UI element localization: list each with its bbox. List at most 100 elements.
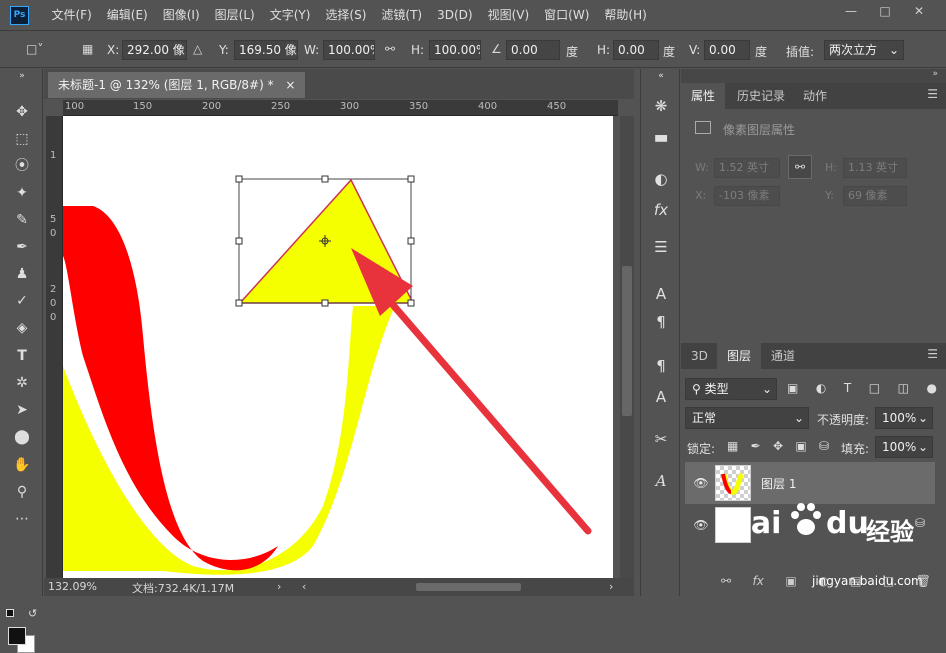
type-tool-icon[interactable]: T [8,344,36,368]
eye-icon[interactable]: 👁 [693,517,709,533]
tab-3d[interactable]: 3D [681,343,718,369]
magic-wand-icon[interactable]: ✦ [8,181,36,205]
link-icon[interactable]: ⚯ [385,42,395,56]
lasso-tool-icon[interactable]: ⦿ [8,154,36,178]
history-brush-icon[interactable]: ✓ [8,289,36,313]
angle-input[interactable]: 0.00 [506,40,560,60]
adjustment-filter-icon[interactable]: ◐ [816,381,826,399]
tab-history[interactable]: 历史记录 [727,83,795,109]
menu-help[interactable]: 帮助(H) [597,0,654,31]
interpolation-select[interactable]: 两次立方 ⌄ [824,40,904,60]
menu-file[interactable]: 文件(F) [44,0,99,31]
hand-tool-icon[interactable]: ✋ [8,453,36,477]
path-selection-icon[interactable]: ➤ [8,398,36,422]
add-mask-icon[interactable]: ▣ [785,574,796,588]
document-info[interactable]: 文档:732.4K/1.17M [132,580,234,596]
default-colors-icon[interactable] [6,609,14,617]
minimize-button[interactable]: — [834,0,868,22]
histogram-icon[interactable]: ▃ [647,120,675,146]
collapse-icon[interactable]: » [8,69,36,83]
menu-edit[interactable]: 编辑(E) [99,0,155,31]
w-input[interactable]: 100.00% [323,40,375,60]
blend-mode-select[interactable]: 正常 ⌄ [685,407,809,429]
swap-colors-icon[interactable]: ↺ [28,607,37,620]
more-tools-icon[interactable]: ⋯ [8,507,36,531]
menu-3d[interactable]: 3D(D) [430,0,480,31]
eye-icon[interactable]: 👁 [693,475,709,491]
styles-icon[interactable]: fx [647,197,675,223]
image-filter-icon[interactable]: ▣ [787,381,798,399]
lock-position-icon[interactable]: ✥ [773,439,783,453]
brush-tool-icon[interactable]: ✒ [8,235,36,259]
menu-filter[interactable]: 滤镜(T) [374,0,430,31]
pen-tool-icon[interactable]: ✲ [8,371,36,395]
link-layers-icon[interactable]: ⚯ [721,574,731,588]
lock-artboard-icon[interactable]: ▣ [795,439,806,453]
glyphs-icon[interactable]: A [647,468,675,494]
menu-select[interactable]: 选择(S) [318,0,374,31]
character-styles-icon[interactable]: A [647,384,675,410]
hskew-input[interactable]: 0.00 [613,40,659,60]
y-input[interactable]: 169.50 像 [234,40,298,60]
delta-icon[interactable]: △ [193,42,202,56]
fill-input[interactable]: 100% ⌄ [875,436,933,458]
navigator-icon[interactable]: ❋ [647,93,675,119]
vskew-input[interactable]: 0.00 [704,40,750,60]
zoom-level[interactable]: 132.09% [48,580,97,593]
close-window-button[interactable]: ✕ [902,0,936,22]
canvas-artwork[interactable] [63,116,618,578]
clone-source-icon[interactable]: ☰ [647,234,675,260]
x-input[interactable]: 292.00 像 [122,40,187,60]
tab-properties[interactable]: 属性 [681,83,726,109]
filter-toggle-icon[interactable]: ● [927,381,937,399]
tab-layers[interactable]: 图层 [717,343,762,369]
marquee-tool-icon[interactable]: ⬚ [8,127,36,151]
tab-channels[interactable]: 通道 [761,343,805,369]
scroll-left-icon[interactable]: ‹ [302,580,306,593]
eyedropper-icon[interactable]: ✎ [8,208,36,232]
smart-object-filter-icon[interactable]: ◫ [898,381,909,399]
collapse-icon[interactable]: « [647,69,675,83]
fx-icon[interactable]: fx [753,574,764,588]
zoom-tool-icon[interactable]: ⚲ [8,480,36,504]
menu-type[interactable]: 文字(Y) [262,0,318,31]
scrollbar-thumb[interactable] [622,266,632,416]
lock-transparency-icon[interactable]: ▦ [727,439,738,453]
lock-all-icon[interactable]: ⛁ [819,439,829,453]
menu-window[interactable]: 窗口(W) [537,0,597,31]
prop-x-input[interactable]: -103 像素 [714,186,780,206]
status-expand-icon[interactable]: › [277,580,281,593]
link-dimensions-icon[interactable]: ⚯ [788,155,812,179]
adjustments-icon[interactable]: ◐ [647,166,675,192]
shape-filter-icon[interactable]: □ [869,381,880,399]
menu-image[interactable]: 图像(I) [155,0,207,31]
h-input[interactable]: 100.00% [429,40,481,60]
layer-name[interactable]: 图层 1 [761,475,796,492]
menu-layer[interactable]: 图层(L) [207,0,262,31]
layer-filter-select[interactable]: ⚲ 类型 ⌄ [685,378,777,400]
tab-actions[interactable]: 动作 [793,83,837,109]
vertical-scrollbar[interactable] [620,116,634,578]
move-tool-icon[interactable]: ✥ [8,100,36,124]
canvas-area[interactable] [63,116,618,578]
collapse-icon[interactable]: » [932,69,938,79]
maximize-button[interactable]: □ [868,0,902,22]
paragraph-styles-icon[interactable]: ¶ [647,353,675,379]
lock-pixels-icon[interactable]: ✒ [751,439,761,453]
prop-y-input[interactable]: 69 像素 [843,186,907,206]
tool-presets-icon[interactable]: ✂ [647,426,675,452]
type-filter-icon[interactable]: T [844,381,851,399]
panel-menu-icon[interactable]: ☰ [927,347,938,361]
opacity-input[interactable]: 100% ⌄ [875,407,933,429]
prop-w-input[interactable]: 1.52 英寸 [714,158,780,178]
prop-h-input[interactable]: 1.13 英寸 [843,158,907,178]
character-icon[interactable]: A [647,281,675,307]
menu-view[interactable]: 视图(V) [480,0,537,31]
panel-menu-icon[interactable]: ☰ [927,87,938,101]
close-tab-icon[interactable]: × [285,78,295,92]
ellipse-tool-icon[interactable]: ⬤ [8,425,36,449]
scroll-right-icon[interactable]: › [609,580,613,593]
stamp-tool-icon[interactable]: ♟ [8,262,36,286]
eraser-tool-icon[interactable]: ◈ [8,316,36,340]
horizontal-scroll-thumb[interactable] [416,583,521,591]
